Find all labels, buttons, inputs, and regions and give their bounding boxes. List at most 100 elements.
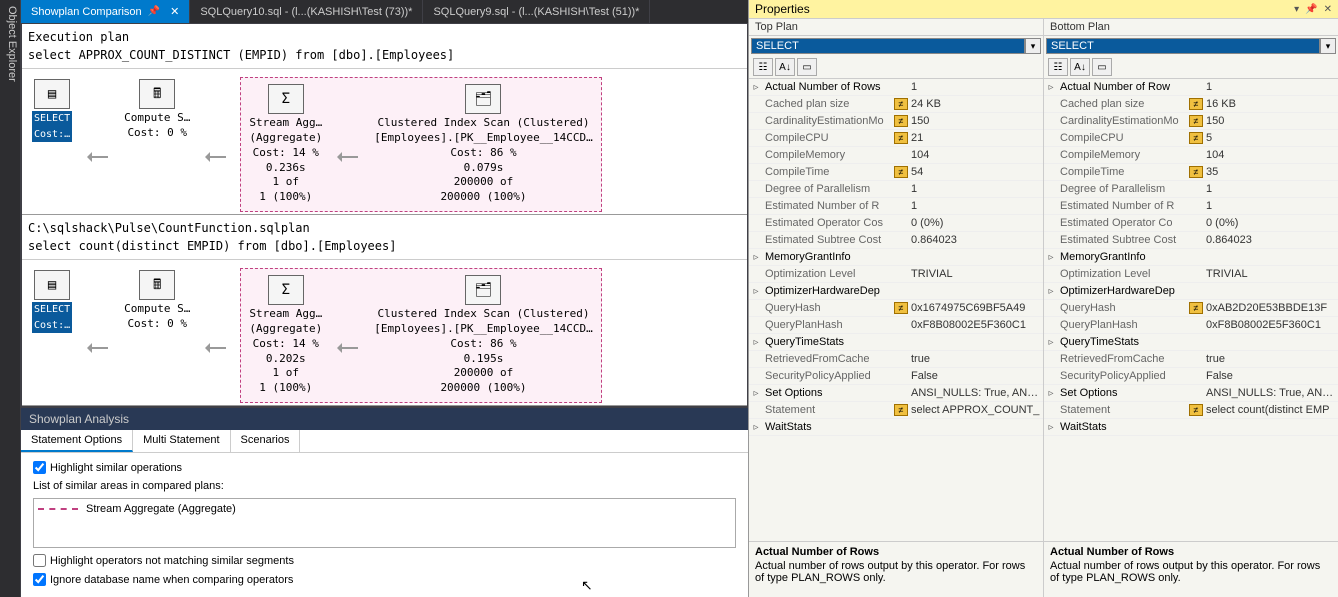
expand-icon[interactable]: ▹ bbox=[1044, 388, 1058, 399]
property-row[interactable]: ▹MemoryGrantInfo bbox=[749, 249, 1043, 266]
close-icon[interactable]: ✕ bbox=[170, 5, 179, 18]
object-selector[interactable]: SELECT ▾ bbox=[1046, 38, 1336, 54]
property-row[interactable]: ▹OptimizerHardwareDep bbox=[749, 283, 1043, 300]
highlight-similar-checkbox[interactable]: Highlight similar operations bbox=[33, 461, 736, 474]
expand-icon[interactable]: ▹ bbox=[749, 422, 763, 433]
property-row[interactable]: ▹Actual Number of Rows1 bbox=[749, 79, 1043, 96]
expand-icon[interactable]: ▹ bbox=[1044, 422, 1058, 433]
expand-icon[interactable]: ▹ bbox=[749, 82, 763, 93]
property-name: Degree of Parallelism bbox=[763, 182, 893, 196]
checkbox-input[interactable] bbox=[33, 461, 46, 474]
property-row[interactable]: Estimated Number of R1 bbox=[749, 198, 1043, 215]
tab-multi-statement[interactable]: Multi Statement bbox=[133, 430, 230, 452]
tab-scenarios[interactable]: Scenarios bbox=[231, 430, 301, 452]
expand-icon[interactable]: ▹ bbox=[749, 286, 763, 297]
highlight-not-matching-checkbox[interactable]: Highlight operators not matching similar… bbox=[33, 554, 736, 567]
expand-icon[interactable]: ▹ bbox=[749, 337, 763, 348]
property-row[interactable]: ▹Set OptionsANSI_NULLS: True, ANSI_PAD bbox=[1044, 385, 1338, 402]
expand-icon[interactable]: ▹ bbox=[1044, 82, 1058, 93]
clustered-index-scan-operator[interactable]: 🗂 Clustered Index Scan (Clustered) [Empl… bbox=[372, 273, 595, 398]
object-selector[interactable]: SELECT ▾ bbox=[751, 38, 1041, 54]
checkbox-input[interactable] bbox=[33, 573, 46, 586]
property-row[interactable]: Optimization LevelTRIVIAL bbox=[749, 266, 1043, 283]
property-row[interactable]: RetrievedFromCachetrue bbox=[749, 351, 1043, 368]
property-row[interactable]: CompileCPU≠21 bbox=[749, 130, 1043, 147]
property-row[interactable]: ▹QueryTimeStats bbox=[1044, 334, 1338, 351]
expand-icon[interactable]: ▹ bbox=[749, 388, 763, 399]
property-row[interactable]: CardinalityEstimationMo≠150 bbox=[749, 113, 1043, 130]
plan-canvas[interactable]: ▤ SELECT Cost:… 🖩 Compute S… Cost: 0 % Σ bbox=[22, 69, 747, 214]
compute-scalar-operator[interactable]: 🖩 Compute S… Cost: 0 % bbox=[122, 268, 192, 334]
dropdown-icon[interactable]: ▾ bbox=[1294, 4, 1299, 15]
property-row[interactable]: ▹Actual Number of Row1 bbox=[1044, 79, 1338, 96]
alphabetical-button[interactable]: A↓ bbox=[775, 58, 795, 76]
expand-icon[interactable]: ▹ bbox=[1044, 286, 1058, 297]
property-row[interactable]: Estimated Number of R1 bbox=[1044, 198, 1338, 215]
property-pages-button[interactable]: ▭ bbox=[797, 58, 817, 76]
property-row[interactable]: CompileMemory104 bbox=[1044, 147, 1338, 164]
object-explorer-tab[interactable]: Object Explorer bbox=[0, 0, 21, 597]
property-row[interactable]: Degree of Parallelism1 bbox=[1044, 181, 1338, 198]
property-row[interactable]: QueryHash≠0x1674975C69BF5A49 bbox=[749, 300, 1043, 317]
property-row[interactable]: CompileTime≠54 bbox=[749, 164, 1043, 181]
tab-showplan-comparison[interactable]: Showplan Comparison 📌 ✕ bbox=[21, 0, 190, 23]
property-grid[interactable]: ▹Actual Number of Row1Cached plan size≠1… bbox=[1044, 79, 1338, 541]
property-row[interactable]: Degree of Parallelism1 bbox=[749, 181, 1043, 198]
stream-aggregate-operator[interactable]: Σ Stream Agg… (Aggregate) Cost: 14 % 0.2… bbox=[247, 82, 324, 207]
property-row[interactable]: CompileMemory104 bbox=[749, 147, 1043, 164]
property-row[interactable]: Statement≠select APPROX_COUNT_ bbox=[749, 402, 1043, 419]
tab-sqlquery9[interactable]: SQLQuery9.sql - (l...(KASHISH\Test (51))… bbox=[423, 0, 650, 23]
property-row[interactable]: ▹OptimizerHardwareDep bbox=[1044, 283, 1338, 300]
property-row[interactable]: Estimated Operator Co0 (0%) bbox=[1044, 215, 1338, 232]
property-row[interactable]: Estimated Operator Cos0 (0%) bbox=[749, 215, 1043, 232]
property-row[interactable]: ▹QueryTimeStats bbox=[749, 334, 1043, 351]
property-row[interactable]: Optimization LevelTRIVIAL bbox=[1044, 266, 1338, 283]
chevron-down-icon[interactable]: ▾ bbox=[1320, 38, 1336, 54]
property-row[interactable]: CompileCPU≠5 bbox=[1044, 130, 1338, 147]
alphabetical-button[interactable]: A↓ bbox=[1070, 58, 1090, 76]
property-row[interactable]: SecurityPolicyAppliedFalse bbox=[749, 368, 1043, 385]
expand-icon[interactable]: ▹ bbox=[1044, 252, 1058, 263]
categorized-button[interactable]: ☷ bbox=[1048, 58, 1068, 76]
tab-statement-options[interactable]: Statement Options bbox=[21, 430, 133, 452]
select-operator[interactable]: ▤ SELECT Cost:… bbox=[30, 77, 74, 144]
chevron-down-icon[interactable]: ▾ bbox=[1025, 38, 1041, 54]
property-row[interactable]: QueryHash≠0xAB2D20E53BBDE13F bbox=[1044, 300, 1338, 317]
property-row[interactable]: Statement≠select count(distinct EMP bbox=[1044, 402, 1338, 419]
property-row[interactable]: ▹WaitStats bbox=[1044, 419, 1338, 436]
similar-areas-list[interactable]: Stream Aggregate (Aggregate) bbox=[33, 498, 736, 548]
categorized-button[interactable]: ☷ bbox=[753, 58, 773, 76]
property-row[interactable]: Estimated Subtree Cost0.864023 bbox=[1044, 232, 1338, 249]
checkbox-input[interactable] bbox=[33, 554, 46, 567]
property-row[interactable]: CompileTime≠35 bbox=[1044, 164, 1338, 181]
list-item[interactable]: Stream Aggregate (Aggregate) bbox=[38, 503, 731, 515]
property-row[interactable]: RetrievedFromCachetrue bbox=[1044, 351, 1338, 368]
property-row[interactable]: Cached plan size≠24 KB bbox=[749, 96, 1043, 113]
close-icon[interactable]: ✕ bbox=[1324, 4, 1332, 15]
property-grid[interactable]: ▹Actual Number of Rows1Cached plan size≠… bbox=[749, 79, 1043, 541]
clustered-index-scan-operator[interactable]: 🗂 Clustered Index Scan (Clustered) [Empl… bbox=[372, 82, 595, 207]
compute-scalar-operator[interactable]: 🖩 Compute S… Cost: 0 % bbox=[122, 77, 192, 143]
property-row[interactable]: CardinalityEstimationMo≠150 bbox=[1044, 113, 1338, 130]
property-value: 54 bbox=[909, 165, 1043, 179]
property-row[interactable]: Cached plan size≠16 KB bbox=[1044, 96, 1338, 113]
property-row[interactable]: ▹WaitStats bbox=[749, 419, 1043, 436]
plan-canvas[interactable]: ▤ SELECT Cost:… 🖩 Compute S… Cost: 0 % Σ bbox=[22, 260, 747, 405]
pin-icon[interactable]: 📌 bbox=[1305, 4, 1317, 15]
property-row[interactable]: ▹Set OptionsANSI_NULLS: True, ANSI_PAD bbox=[749, 385, 1043, 402]
stream-aggregate-operator[interactable]: Σ Stream Agg… (Aggregate) Cost: 14 % 0.2… bbox=[247, 273, 324, 398]
property-row[interactable]: Estimated Subtree Cost0.864023 bbox=[749, 232, 1043, 249]
select-operator[interactable]: ▤ SELECT Cost:… bbox=[30, 268, 74, 335]
ignore-db-name-checkbox[interactable]: Ignore database name when comparing oper… bbox=[33, 573, 736, 586]
property-row[interactable]: SecurityPolicyAppliedFalse bbox=[1044, 368, 1338, 385]
property-row[interactable]: QueryPlanHash0xF8B08002E5F360C1 bbox=[1044, 317, 1338, 334]
property-pages-button[interactable]: ▭ bbox=[1092, 58, 1112, 76]
expand-icon[interactable]: ▹ bbox=[1044, 337, 1058, 348]
property-row[interactable]: QueryPlanHash0xF8B08002E5F360C1 bbox=[749, 317, 1043, 334]
tab-sqlquery10[interactable]: SQLQuery10.sql - (l...(KASHISH\Test (73)… bbox=[190, 0, 423, 23]
pin-icon[interactable]: 📌 bbox=[148, 6, 160, 17]
property-value: 0x1674975C69BF5A49 bbox=[909, 301, 1043, 315]
expand-icon[interactable]: ▹ bbox=[749, 252, 763, 263]
similar-group: Σ Stream Agg… (Aggregate) Cost: 14 % 0.2… bbox=[240, 268, 601, 403]
property-row[interactable]: ▹MemoryGrantInfo bbox=[1044, 249, 1338, 266]
